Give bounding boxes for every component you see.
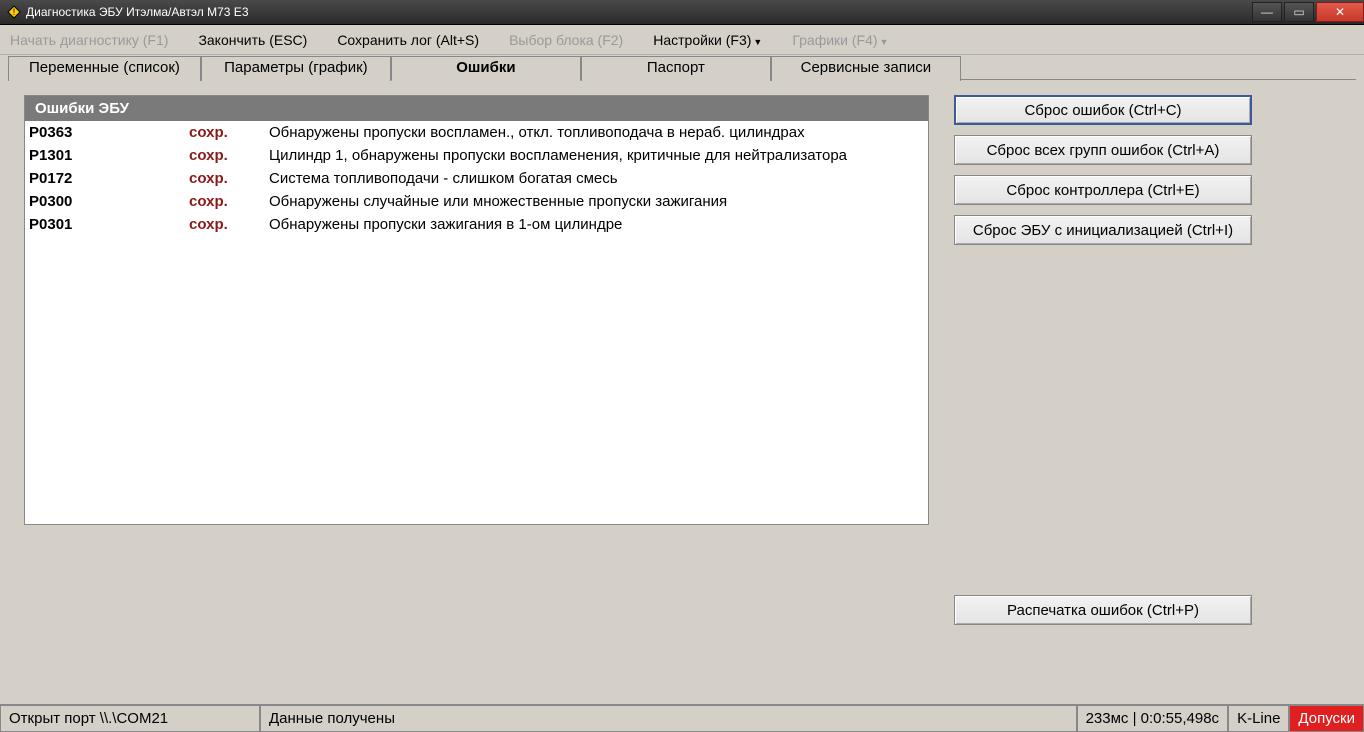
chevron-down-icon: ▼ [880, 37, 889, 47]
error-code: P0363 [29, 124, 189, 141]
tab-bar: Переменные (список) Параметры (график) О… [0, 55, 1364, 80]
maximize-button[interactable]: ▭ [1284, 2, 1314, 22]
error-code: P0301 [29, 216, 189, 233]
menu-save-log[interactable]: Сохранить лог (Alt+S) [337, 32, 479, 48]
tab-errors[interactable]: Ошибки [391, 56, 581, 81]
error-description: Цилиндр 1, обнаружены пропуски воспламен… [269, 147, 924, 164]
svg-text:!: ! [13, 7, 16, 17]
errors-panel: Ошибки ЭБУ P0363сохр.Обнаружены пропуски… [24, 95, 929, 525]
error-row[interactable]: P1301сохр.Цилиндр 1, обнаружены пропуски… [25, 144, 928, 167]
status-port: Открыт порт \\.\COM21 [0, 705, 260, 732]
menu-finish[interactable]: Закончить (ESC) [198, 32, 307, 48]
print-errors-button[interactable]: Распечатка ошибок (Ctrl+P) [954, 595, 1252, 625]
reset-errors-button[interactable]: Сброс ошибок (Ctrl+C) [954, 95, 1252, 125]
error-row[interactable]: P0300сохр.Обнаружены случайные или множе… [25, 190, 928, 213]
error-description: Обнаружены случайные или множественные п… [269, 193, 924, 210]
menu-select-block: Выбор блока (F2) [509, 32, 623, 48]
menu-start-diagnostics: Начать диагностику (F1) [10, 32, 168, 48]
minimize-button[interactable]: — [1252, 2, 1282, 22]
reset-controller-button[interactable]: Сброс контроллера (Ctrl+E) [954, 175, 1252, 205]
error-row[interactable]: P0363сохр.Обнаружены пропуски воспламен.… [25, 121, 928, 144]
error-status: сохр. [189, 170, 269, 187]
window-title: Диагностика ЭБУ Итэлма/Автэл М73 Е3 [26, 5, 1250, 19]
error-description: Обнаружены пропуски воспламен., откл. то… [269, 124, 924, 141]
error-status: сохр. [189, 193, 269, 210]
title-bar: ! Диагностика ЭБУ Итэлма/Автэл М73 Е3 — … [0, 0, 1364, 25]
chevron-down-icon: ▼ [753, 37, 762, 47]
status-timing: 233мс | 0:0:55,498с [1077, 705, 1228, 732]
status-bar: Открыт порт \\.\COM21 Данные получены 23… [0, 704, 1364, 732]
error-description: Обнаружены пропуски зажигания в 1-ом цил… [269, 216, 924, 233]
tab-service-records[interactable]: Сервисные записи [771, 56, 961, 81]
errors-panel-title: Ошибки ЭБУ [25, 96, 928, 121]
error-status: сохр. [189, 124, 269, 141]
menu-settings[interactable]: Настройки (F3)▼ [653, 32, 762, 48]
side-buttons: Сброс ошибок (Ctrl+C) Сброс всех групп о… [954, 95, 1252, 689]
reset-all-groups-button[interactable]: Сброс всех групп ошибок (Ctrl+A) [954, 135, 1252, 165]
app-icon: ! [6, 4, 22, 20]
error-row[interactable]: P0172сохр.Система топливоподачи - слишко… [25, 167, 928, 190]
error-row[interactable]: P0301сохр.Обнаружены пропуски зажигания … [25, 213, 928, 236]
content-area: Ошибки ЭБУ P0363сохр.Обнаружены пропуски… [0, 80, 1364, 704]
status-message: Данные получены [260, 705, 1077, 732]
menu-bar: Начать диагностику (F1) Закончить (ESC) … [0, 25, 1364, 55]
error-code: P1301 [29, 147, 189, 164]
menu-graphs: Графики (F4)▼ [792, 32, 888, 48]
tab-variables-list[interactable]: Переменные (список) [8, 56, 201, 81]
tab-passport[interactable]: Паспорт [581, 56, 771, 81]
error-status: сохр. [189, 147, 269, 164]
tab-parameters-graph[interactable]: Параметры (график) [201, 56, 391, 81]
error-description: Система топливоподачи - слишком богатая … [269, 170, 924, 187]
error-status: сохр. [189, 216, 269, 233]
status-kline: K-Line [1228, 705, 1289, 732]
status-tolerances: Допуски [1289, 705, 1364, 732]
reset-ecu-init-button[interactable]: Сброс ЭБУ с инициализацией (Ctrl+I) [954, 215, 1252, 245]
error-code: P0300 [29, 193, 189, 210]
close-button[interactable]: ✕ [1316, 2, 1364, 22]
error-code: P0172 [29, 170, 189, 187]
errors-list: P0363сохр.Обнаружены пропуски воспламен.… [25, 121, 928, 524]
